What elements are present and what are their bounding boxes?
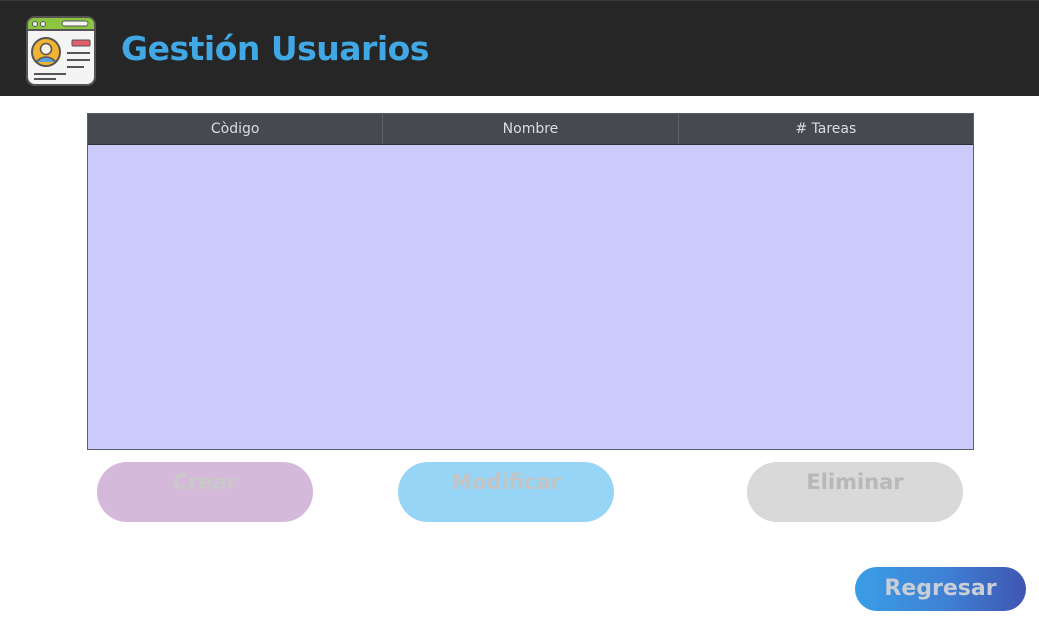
- table-body[interactable]: [88, 145, 973, 449]
- table-header: Còdigo Nombre # Tareas: [88, 114, 973, 145]
- users-table[interactable]: Còdigo Nombre # Tareas: [87, 113, 974, 450]
- modificar-button[interactable]: Modificar: [398, 462, 614, 522]
- crear-button[interactable]: Crear: [97, 462, 313, 522]
- page-title: Gestión Usuarios: [121, 29, 429, 68]
- column-header-tareas[interactable]: # Tareas: [679, 114, 973, 144]
- eliminar-button[interactable]: Eliminar: [747, 462, 963, 522]
- app-header: Gestión Usuarios: [0, 0, 1039, 96]
- column-header-nombre[interactable]: Nombre: [383, 114, 679, 144]
- regresar-button[interactable]: Regresar: [855, 567, 1026, 611]
- column-header-codigo[interactable]: Còdigo: [88, 114, 384, 144]
- user-profile-card-icon: [26, 16, 96, 86]
